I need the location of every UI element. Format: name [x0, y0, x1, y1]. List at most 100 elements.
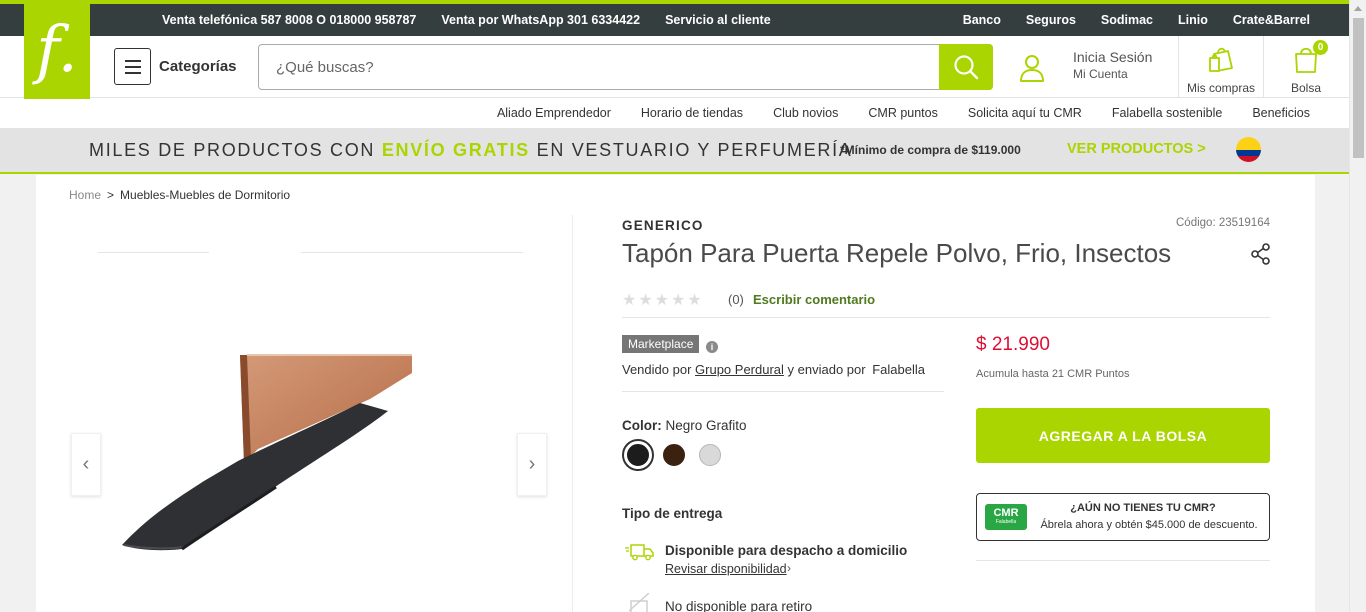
breadcrumb-current[interactable]: Muebles-Muebles de Dormitorio: [120, 188, 290, 202]
chevron-left-icon: ‹: [82, 453, 90, 475]
falabella-logo[interactable]: f.: [24, 0, 90, 99]
login-title: Inicia Sesión: [1073, 49, 1153, 65]
add-to-bag-button[interactable]: AGREGAR A LA BOLSA: [976, 408, 1270, 463]
chevron-right-icon: ›: [528, 453, 536, 475]
colombia-flag-icon: [1236, 137, 1261, 162]
hamburger-icon-line: [124, 59, 141, 62]
bag-label: Bolsa: [1290, 81, 1322, 95]
my-purchases-button[interactable]: Mis compras: [1180, 44, 1262, 95]
hamburger-icon-line: [124, 65, 141, 68]
product-code: Código: 23519164: [1176, 217, 1270, 229]
search-icon: [954, 55, 979, 80]
swatch-fill: [627, 444, 649, 466]
seller-link[interactable]: Grupo Perdural: [695, 362, 784, 377]
color-swatch-black[interactable]: [622, 439, 654, 471]
breadcrumb-home[interactable]: Home: [69, 188, 101, 202]
shopping-bags-icon: [1209, 47, 1233, 72]
breadcrumb: Home > Muebles-Muebles de Dormitorio: [69, 188, 290, 202]
gallery-divider: [98, 252, 209, 253]
section-divider: [622, 317, 1270, 318]
promo-highlight: ENVÍO GRATIS: [381, 140, 530, 160]
search-input[interactable]: [259, 45, 939, 89]
my-purchases-label: Mis compras: [1186, 81, 1255, 95]
product-title: Tapón Para Puerta Repele Polvo, Frio, In…: [622, 238, 1172, 268]
marketplace-badge: Marketplace: [622, 335, 700, 353]
breadcrumb-separator: >: [107, 188, 115, 202]
top-bar: Venta telefónica 587 8008 O 018000 95878…: [0, 0, 1349, 36]
top-link-seguros[interactable]: Seguros: [1026, 13, 1076, 27]
check-availability-link[interactable]: Revisar disponibilidad: [665, 562, 787, 576]
promo-text-after: EN VESTUARIO Y PERFUMERÍA: [536, 140, 853, 160]
bag-count-badge: 0: [1313, 40, 1328, 55]
shopping-bag-button[interactable]: 0 Bolsa: [1264, 40, 1348, 95]
gallery-next-button[interactable]: ›: [517, 433, 547, 496]
sold-by-label: Vendido por: [622, 362, 692, 377]
hamburger-icon-line: [124, 71, 141, 74]
color-value: Negro Grafito: [665, 418, 747, 433]
nav-link-cmr-puntos[interactable]: CMR puntos: [868, 106, 937, 120]
rating-stars: ★★★★★: [622, 292, 704, 309]
user-icon[interactable]: [1019, 54, 1045, 82]
my-account-label: Mi Cuenta: [1073, 67, 1128, 81]
main-header: Categorías Inicia Sesión Mi Cuenta Mis c…: [0, 36, 1349, 98]
secondary-nav-links: Aliado Emprendedor Horario de tiendas Cl…: [497, 98, 1310, 128]
top-link-sodimac[interactable]: Sodimac: [1101, 13, 1153, 27]
cmr-points-text: Acumula hasta 21 CMR Puntos: [976, 368, 1130, 380]
product-price: $ 21.990: [976, 334, 1050, 355]
nav-link-horario-tiendas[interactable]: Horario de tiendas: [641, 106, 743, 120]
product-brand[interactable]: GENERICO: [622, 218, 704, 233]
bag-icon-wrap: 0: [1293, 40, 1328, 79]
menu-button[interactable]: [114, 48, 151, 85]
categories-label[interactable]: Categorías: [159, 58, 237, 75]
top-link-phone-sales[interactable]: Venta telefónica 587 8008 O 018000 95878…: [162, 13, 416, 27]
color-selection: Color: Negro Grafito: [622, 418, 747, 433]
promo-banner[interactable]: MILES DE PRODUCTOS CON ENVÍO GRATIS EN V…: [0, 128, 1349, 174]
image-divider: [572, 215, 573, 612]
top-bar-left-links: Venta telefónica 587 8008 O 018000 95878…: [162, 4, 771, 36]
top-link-customer-service[interactable]: Servicio al cliente: [665, 13, 771, 27]
top-link-linio[interactable]: Linio: [1178, 13, 1208, 27]
secondary-nav: Aliado Emprendedor Horario de tiendas Cl…: [0, 98, 1349, 128]
gallery-prev-button[interactable]: ‹: [71, 433, 101, 496]
logo-letter: f.: [36, 12, 78, 87]
delivery-type-label: Tipo de entrega: [622, 506, 723, 521]
swatch-fill: [663, 444, 685, 466]
store-pickup-disabled-icon: [628, 593, 650, 612]
product-page: Home > Muebles-Muebles de Dormitorio ‹ › G…: [36, 175, 1315, 612]
shipped-by-label: y enviado por: [787, 362, 866, 377]
seller-info: Vendido por Grupo Perdural y enviado por…: [622, 362, 925, 377]
top-link-banco[interactable]: Banco: [963, 13, 1001, 27]
chevron-right-icon: ›: [787, 561, 791, 575]
share-icon[interactable]: [1250, 243, 1272, 265]
page-scrollbar[interactable]: [1349, 0, 1366, 612]
nav-link-aliado-emprendedor[interactable]: Aliado Emprendedor: [497, 106, 611, 120]
info-icon[interactable]: i: [706, 341, 718, 353]
login-link[interactable]: Inicia Sesión Mi Cuenta: [1073, 49, 1152, 81]
nav-link-falabella-sostenible[interactable]: Falabella sostenible: [1112, 106, 1223, 120]
promo-text-before: MILES DE PRODUCTOS CON: [89, 140, 376, 160]
cmr-promo-text: Ábrela ahora y obtén $45.000 de descuent…: [1040, 519, 1258, 531]
promo-cta-link[interactable]: VER PRODUCTOS >: [1067, 141, 1206, 157]
color-swatch-brown[interactable]: [658, 439, 690, 471]
top-link-crate-barrel[interactable]: Crate&Barrel: [1233, 13, 1310, 27]
promo-minimum: *Mínimo de compra de $119.000: [840, 143, 1021, 157]
home-delivery-option: Disponible para despacho a domicilio: [665, 543, 908, 558]
cmr-promo-title: ¿AÚN NO TIENES TU CMR?: [1070, 502, 1216, 514]
search-button[interactable]: [939, 44, 993, 90]
rating-count: (0): [728, 292, 744, 307]
cmr-promo-box[interactable]: CMR Falabella ¿AÚN NO TIENES TU CMR? Ábr…: [976, 493, 1270, 541]
product-image[interactable]: [120, 353, 420, 583]
color-swatch-gray[interactable]: [694, 439, 726, 471]
store-pickup-option: No disponible para retiro: [665, 599, 813, 612]
scroll-up-arrow-icon[interactable]: [1354, 6, 1362, 11]
nav-link-club-novios[interactable]: Club novios: [773, 106, 838, 120]
scrollbar-thumb[interactable]: [1353, 18, 1364, 158]
write-comment-link[interactable]: Escribir comentario: [753, 292, 875, 307]
shipper-name: Falabella: [872, 362, 925, 377]
nav-link-solicita-cmr[interactable]: Solicita aquí tu CMR: [968, 106, 1082, 120]
section-divider: [622, 391, 944, 392]
nav-link-beneficios[interactable]: Beneficios: [1252, 106, 1310, 120]
search-bar: [258, 44, 993, 90]
truck-icon: [625, 544, 654, 561]
top-link-whatsapp-sales[interactable]: Venta por WhatsApp 301 6334422: [441, 13, 640, 27]
